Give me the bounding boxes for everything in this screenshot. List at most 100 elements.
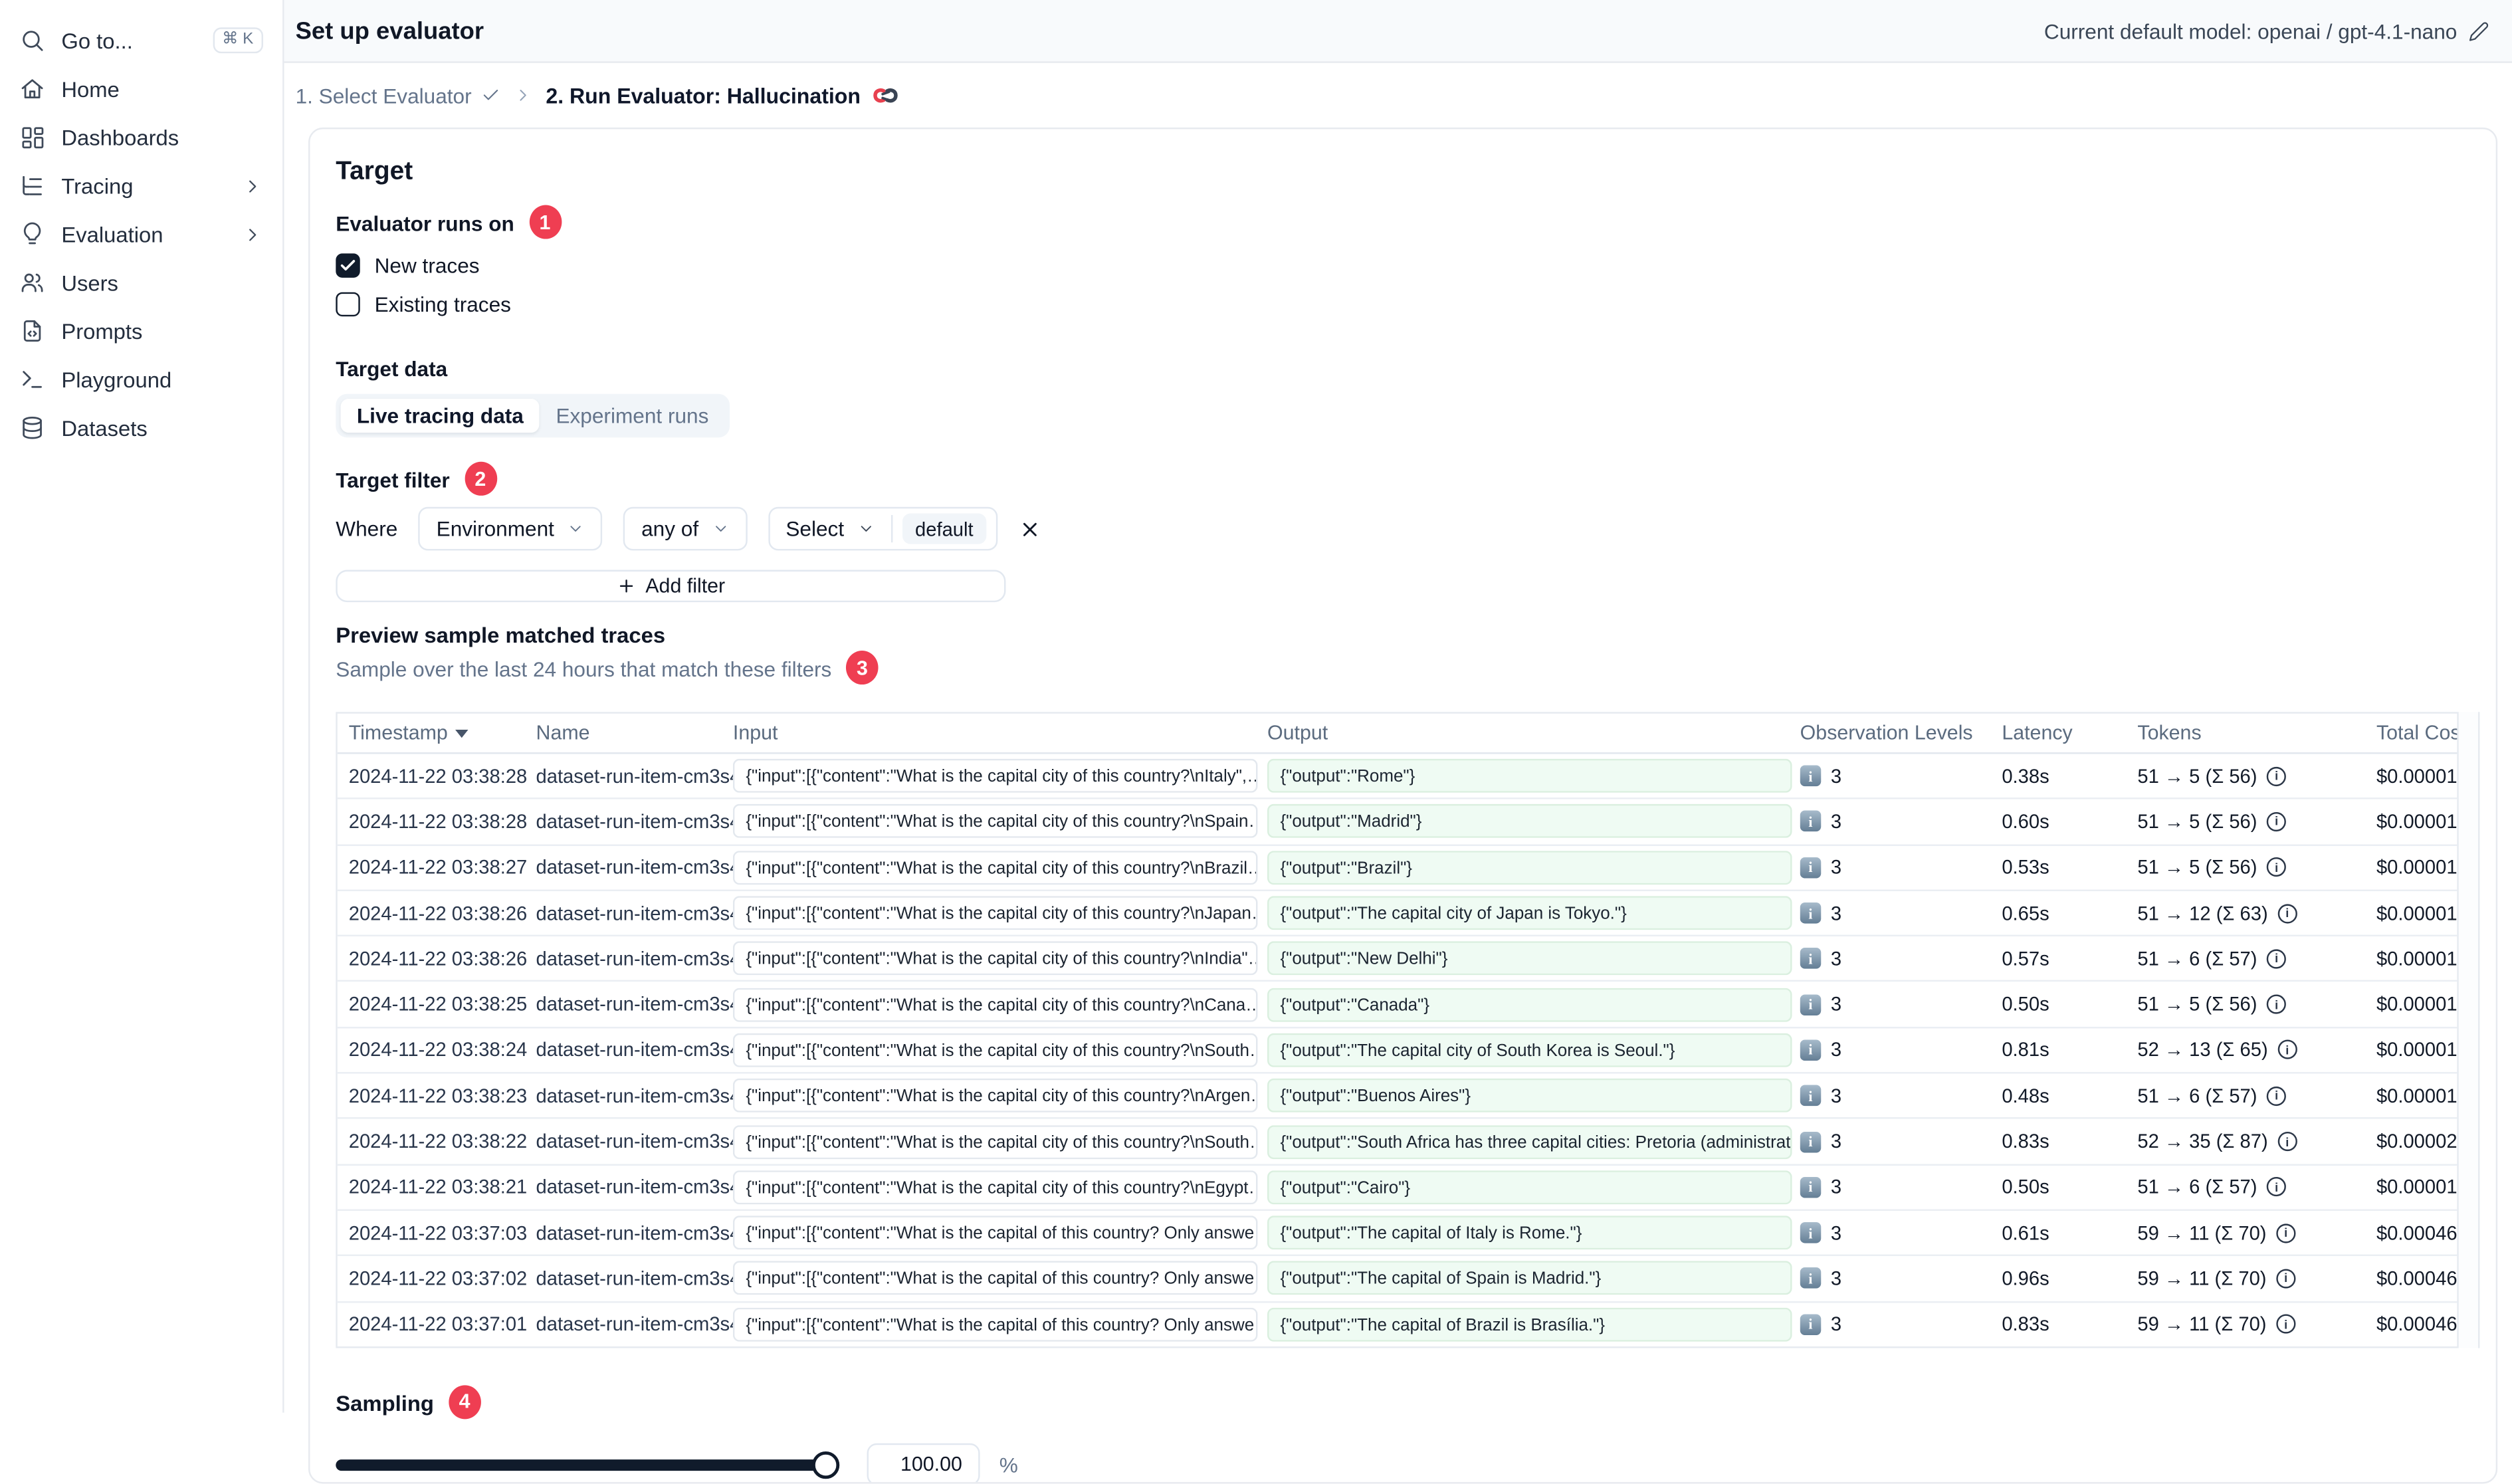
output-preview[interactable]: {"output":"Rome"} [1267,759,1792,794]
percent-label: % [999,1453,1018,1477]
info-circle-icon: i [2267,857,2287,877]
output-preview[interactable]: {"output":"Buenos Aires"} [1267,1079,1792,1113]
output-preview[interactable]: {"output":"Madrid"} [1267,804,1792,839]
sampling-slider[interactable] [336,1451,840,1479]
output-preview[interactable]: {"output":"The capital of Spain is Madri… [1267,1261,1792,1296]
cell-timestamp: 2024-11-22 03:38:23 [348,1084,528,1107]
input-preview[interactable]: {"input":[{"content":"What is the capita… [732,1307,1258,1342]
edit-pencil-icon[interactable] [2468,20,2489,41]
input-preview[interactable]: {"input":[{"content":"What is the capita… [732,987,1258,1021]
cell-latency: 0.38s [2002,764,2049,788]
cell-observation-levels: i3 [1800,810,2002,833]
table-row[interactable]: 2024-11-22 03:37:02 dataset-run-item-cm3… [337,1257,2457,1303]
output-preview[interactable]: {"output":"Brazil"} [1267,850,1792,885]
cell-tokens: 59 → 11 (Σ 70) i [2137,1221,2376,1244]
sidebar-item-users[interactable]: Users [19,259,263,307]
cell-observation-levels: i3 [1800,856,2002,879]
sidebar-item-dashboards[interactable]: Dashboards [19,113,263,161]
sidebar-item-evaluation[interactable]: Evaluation [19,210,263,259]
cell-output: {"output":"Canada"} [1267,987,1800,1021]
checkbox[interactable] [336,291,360,316]
cell-observation-levels: i3 [1800,1267,2002,1290]
sampling-value-input[interactable]: 100.00 [867,1443,980,1483]
sidebar-item-tracing[interactable]: Tracing [19,161,263,210]
goto-search[interactable]: Go to... ⌘ K [19,16,263,64]
info-circle-icon: i [2276,1223,2296,1243]
input-preview[interactable]: {"input":[{"content":"What is the capita… [732,804,1258,839]
input-preview[interactable]: {"input":[{"content":"What is the capita… [732,1216,1258,1250]
cell-latency: 0.48s [2002,1084,2049,1107]
input-preview[interactable]: {"input":[{"content":"What is the capita… [732,1261,1258,1296]
cell-name: dataset-run-item-cm3s4 [536,1130,733,1153]
table-row[interactable]: 2024-11-22 03:38:26 dataset-run-item-cm3… [337,891,2457,937]
table-row[interactable]: 2024-11-22 03:38:24 dataset-run-item-cm3… [337,1028,2457,1074]
dashboards-icon [19,124,45,150]
checkbox[interactable] [336,253,360,277]
input-preview[interactable]: {"input":[{"content":"What is the capita… [732,896,1258,930]
cell-input: {"input":[{"content":"What is the capita… [732,896,1267,930]
cell-input: {"input":[{"content":"What is the capita… [732,1170,1267,1204]
target-data-label: Target data [336,356,448,381]
info-box-icon: i [1800,1085,1822,1107]
table-row[interactable]: 2024-11-22 03:38:26 dataset-run-item-cm3… [337,936,2457,983]
info-circle-icon: i [2276,1314,2296,1334]
cell-latency: 0.81s [2002,1039,2049,1062]
table-row[interactable]: 2024-11-22 03:37:03 dataset-run-item-cm3… [337,1211,2458,1257]
sidebar-item-home[interactable]: Home [19,64,263,113]
breadcrumb-step1[interactable]: 1. Select Evaluator [296,83,501,108]
checkbox-existing-traces[interactable]: Existing traces [336,289,2470,318]
filter-column-select[interactable]: Environment [418,506,603,551]
input-preview[interactable]: {"input":[{"content":"What is the capita… [732,1124,1258,1159]
table-row[interactable]: 2024-11-22 03:38:21 dataset-run-item-cm3… [337,1165,2457,1211]
slider-thumb[interactable] [811,1451,840,1479]
cell-name: dataset-run-item-cm3s4 [536,1176,733,1199]
table-row[interactable]: 2024-11-22 03:38:23 dataset-run-item-cm3… [337,1074,2457,1120]
sidebar-item-playground[interactable]: Playground [19,355,263,403]
output-preview[interactable]: {"output":"Cairo"} [1267,1170,1792,1204]
tab-live-tracing-data[interactable]: Live tracing data [340,399,540,433]
output-preview[interactable]: {"output":"The capital of Italy is Rome.… [1267,1216,1792,1250]
tab-experiment-runs[interactable]: Experiment runs [540,399,725,433]
sidebar-item-prompts[interactable]: Prompts [19,307,263,356]
cell-input: {"input":[{"content":"What is the capita… [732,804,1267,839]
info-box-icon: i [1800,994,1822,1015]
default-model-note: Current default model: openai / gpt-4.1-… [2044,19,2489,43]
cell-name: dataset-run-item-cm3s4 [536,1084,733,1107]
filter-value-select[interactable]: Select default [768,506,998,551]
table-row[interactable]: 2024-11-22 03:37:01 dataset-run-item-cm3… [338,1302,2457,1346]
table-row[interactable]: 2024-11-22 03:38:28 dataset-run-item-cm3… [337,799,2457,845]
cell-input: {"input":[{"content":"What is the capita… [732,1307,1267,1342]
input-preview[interactable]: {"input":[{"content":"What is the capita… [732,1033,1258,1067]
table-row[interactable]: 2024-11-22 03:38:22 dataset-run-item-cm3… [337,1119,2457,1166]
checkbox-new-traces[interactable]: New traces [336,251,2470,280]
cell-output: {"output":"South Africa has three capita… [1267,1124,1800,1159]
info-circle-icon: i [2277,1040,2297,1060]
output-preview[interactable]: {"output":"South Africa has three capita… [1267,1124,1792,1159]
cell-total-cost: $0.000011 ( [2376,856,2457,879]
output-preview[interactable]: {"output":"The capital city of South Kor… [1267,1033,1792,1067]
table-row[interactable]: 2024-11-22 03:38:25 dataset-run-item-cm3… [337,982,2457,1028]
filter-operator-select[interactable]: any of [623,506,748,551]
output-preview[interactable]: {"output":"The capital city of Japan is … [1267,896,1792,930]
table-row[interactable]: 2024-11-22 03:38:28 dataset-run-item-cm3… [337,754,2457,800]
cell-observation-levels: i3 [1800,765,2002,788]
cell-input: {"input":[{"content":"What is the capita… [732,1216,1267,1250]
table-row[interactable]: 2024-11-22 03:38:27 dataset-run-item-cm3… [337,845,2457,891]
sidebar-item-datasets[interactable]: Datasets [19,403,263,452]
output-preview[interactable]: {"output":"Canada"} [1267,987,1792,1021]
input-preview[interactable]: {"input":[{"content":"What is the capita… [732,942,1258,976]
input-preview[interactable]: {"input":[{"content":"What is the capita… [732,1079,1258,1113]
input-preview[interactable]: {"input":[{"content":"What is the capita… [732,1170,1258,1204]
input-preview[interactable]: {"input":[{"content":"What is the capita… [732,759,1258,794]
cell-output: {"output":"Brazil"} [1267,850,1800,885]
col-observation-levels: Observation Levels [1800,721,1973,744]
add-filter-button[interactable]: Add filter [336,570,1006,603]
cell-observation-levels: i3 [1800,1221,2002,1244]
col-timestamp[interactable]: Timestamp [338,722,536,744]
table-scrollbar[interactable] [2458,712,2480,1348]
remove-filter-button[interactable] [1019,518,1041,540]
input-preview[interactable]: {"input":[{"content":"What is the capita… [732,850,1258,885]
output-preview[interactable]: {"output":"New Delhi"} [1267,942,1792,976]
output-preview[interactable]: {"output":"The capital of Brazil is Bras… [1267,1307,1792,1342]
cell-total-cost: $0.00046 ( [2376,1221,2458,1245]
